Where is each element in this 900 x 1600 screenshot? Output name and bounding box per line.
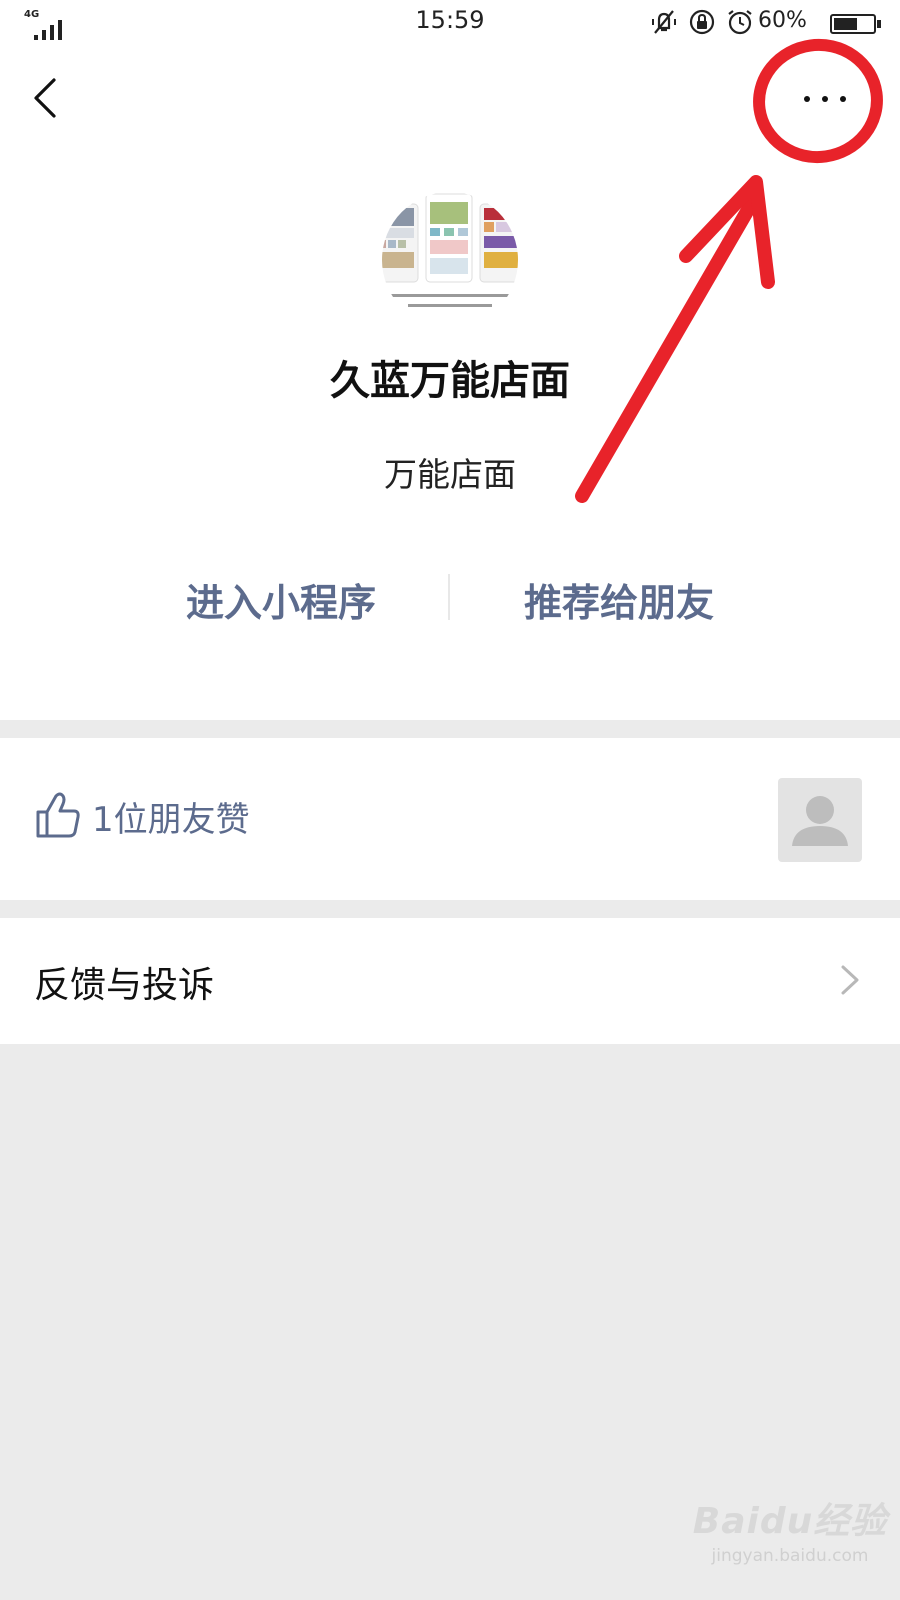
app-logo [382, 192, 518, 328]
watermark-logo: Baidu经验 [692, 1501, 888, 1542]
status-bar: 4G 15:59 60% [0, 0, 900, 44]
baidu-jingyan-watermark: Baidu经验 jingyan.baidu.com [690, 1492, 890, 1582]
more-dots-icon[interactable] [800, 78, 852, 118]
battery-level-fill [834, 18, 857, 30]
recommend-to-friends-button[interactable]: 推荐给朋友 [524, 572, 714, 627]
feedback-complaint-row[interactable]: 反馈与投诉 [0, 918, 900, 1044]
feedback-label: 反馈与投诉 [34, 965, 215, 1006]
app-name: 久蓝万能店面 [330, 358, 570, 404]
app-profile-card: 久蓝万能店面 万能店面 进入小程序 推荐给朋友 [0, 44, 900, 720]
battery-percent: 60% [758, 8, 807, 33]
action-divider [448, 574, 450, 620]
default-avatar-icon [792, 796, 848, 846]
likes-count-text: 1位朋友赞 [92, 800, 250, 840]
battery-icon [830, 14, 876, 34]
thumbs-up-icon [36, 792, 80, 838]
enter-mini-program-button[interactable]: 进入小程序 [186, 572, 376, 627]
app-description: 万能店面 [384, 455, 516, 494]
watermark-url: jingyan.baidu.com [711, 1546, 869, 1566]
avatar[interactable] [778, 778, 862, 862]
friend-likes-row[interactable]: 1位朋友赞 [0, 738, 900, 900]
action-buttons: 进入小程序 推荐给朋友 [0, 572, 900, 636]
status-icons: 60% [642, 6, 882, 38]
chevron-left-icon[interactable] [26, 74, 66, 122]
rotation-lock-icon [689, 9, 715, 35]
battery-tip [877, 20, 881, 28]
chevron-right-icon [841, 965, 859, 995]
alarm-icon [728, 10, 752, 35]
vibrate-mute-icon [652, 10, 676, 34]
